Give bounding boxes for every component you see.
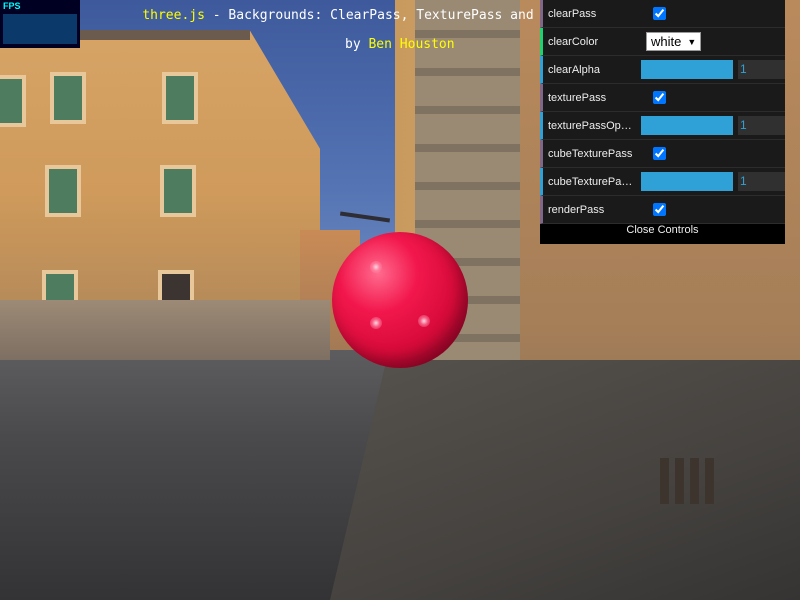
info-title: - Backgrounds: ClearPass, TexturePass an…: [204, 8, 534, 23]
control-row-clearcolor: clearColor white ▼: [540, 28, 785, 56]
close-controls-button[interactable]: Close Controls: [540, 224, 785, 244]
control-label: clearPass: [548, 7, 597, 20]
wall-grille: [705, 458, 714, 504]
control-checkbox[interactable]: [653, 203, 666, 216]
sphere-highlight: [370, 317, 382, 329]
left-building-base: [0, 300, 330, 360]
red-sphere: [332, 232, 468, 368]
chevron-down-icon: ▼: [687, 36, 697, 47]
building-window: [45, 165, 81, 217]
sphere-highlight: [370, 261, 382, 273]
control-checkbox[interactable]: [653, 147, 666, 160]
sphere-highlight: [418, 315, 430, 327]
control-slider[interactable]: [641, 60, 733, 79]
building-window: [162, 72, 198, 124]
control-label: clearColor: [548, 35, 599, 48]
control-number-input[interactable]: 1: [738, 60, 785, 79]
control-checkbox[interactable]: [653, 91, 666, 104]
building-window: [50, 72, 86, 124]
control-label: texturePass: [548, 91, 607, 104]
select-value: white: [651, 34, 682, 49]
author-link[interactable]: Ben Houston: [368, 37, 454, 52]
control-label: texturePassOpa…: [548, 119, 636, 132]
control-row-cubetexturepas: cubeTexturePas… 1: [540, 168, 785, 196]
threejs-link[interactable]: three.js: [142, 8, 205, 23]
building-window: [0, 75, 26, 127]
control-slider[interactable]: [641, 172, 733, 191]
control-label: clearAlpha: [548, 63, 600, 76]
control-row-cubetexturepass: cubeTexturePass: [540, 140, 785, 168]
control-row-texturepass: texturePass: [540, 84, 785, 112]
control-slider[interactable]: [641, 116, 733, 135]
control-row-clearalpha: clearAlpha 1: [540, 56, 785, 84]
control-number-input[interactable]: 1: [738, 172, 785, 191]
wall-grille: [675, 458, 684, 504]
wall-grille: [690, 458, 699, 504]
control-row-texturepassopa: texturePassOpa… 1: [540, 112, 785, 140]
control-checkbox[interactable]: [653, 7, 666, 20]
control-label: renderPass: [548, 203, 605, 216]
control-row-renderpass: renderPass: [540, 196, 785, 224]
building-window: [160, 165, 196, 217]
control-label: cubeTexturePass: [548, 147, 633, 160]
wall-grille: [660, 458, 669, 504]
control-row-clearpass: clearPass: [540, 0, 785, 28]
sidewalk: [330, 360, 800, 600]
info-credit: by Ben Houston: [345, 29, 455, 61]
control-number-input[interactable]: 1: [738, 116, 785, 135]
control-label: cubeTexturePas…: [548, 175, 636, 188]
info-by-prefix: by: [345, 37, 369, 52]
controls-panel: clearPass clearColor white ▼ clearAlpha 1 text…: [540, 0, 785, 244]
clear-color-select[interactable]: white ▼: [646, 32, 702, 51]
